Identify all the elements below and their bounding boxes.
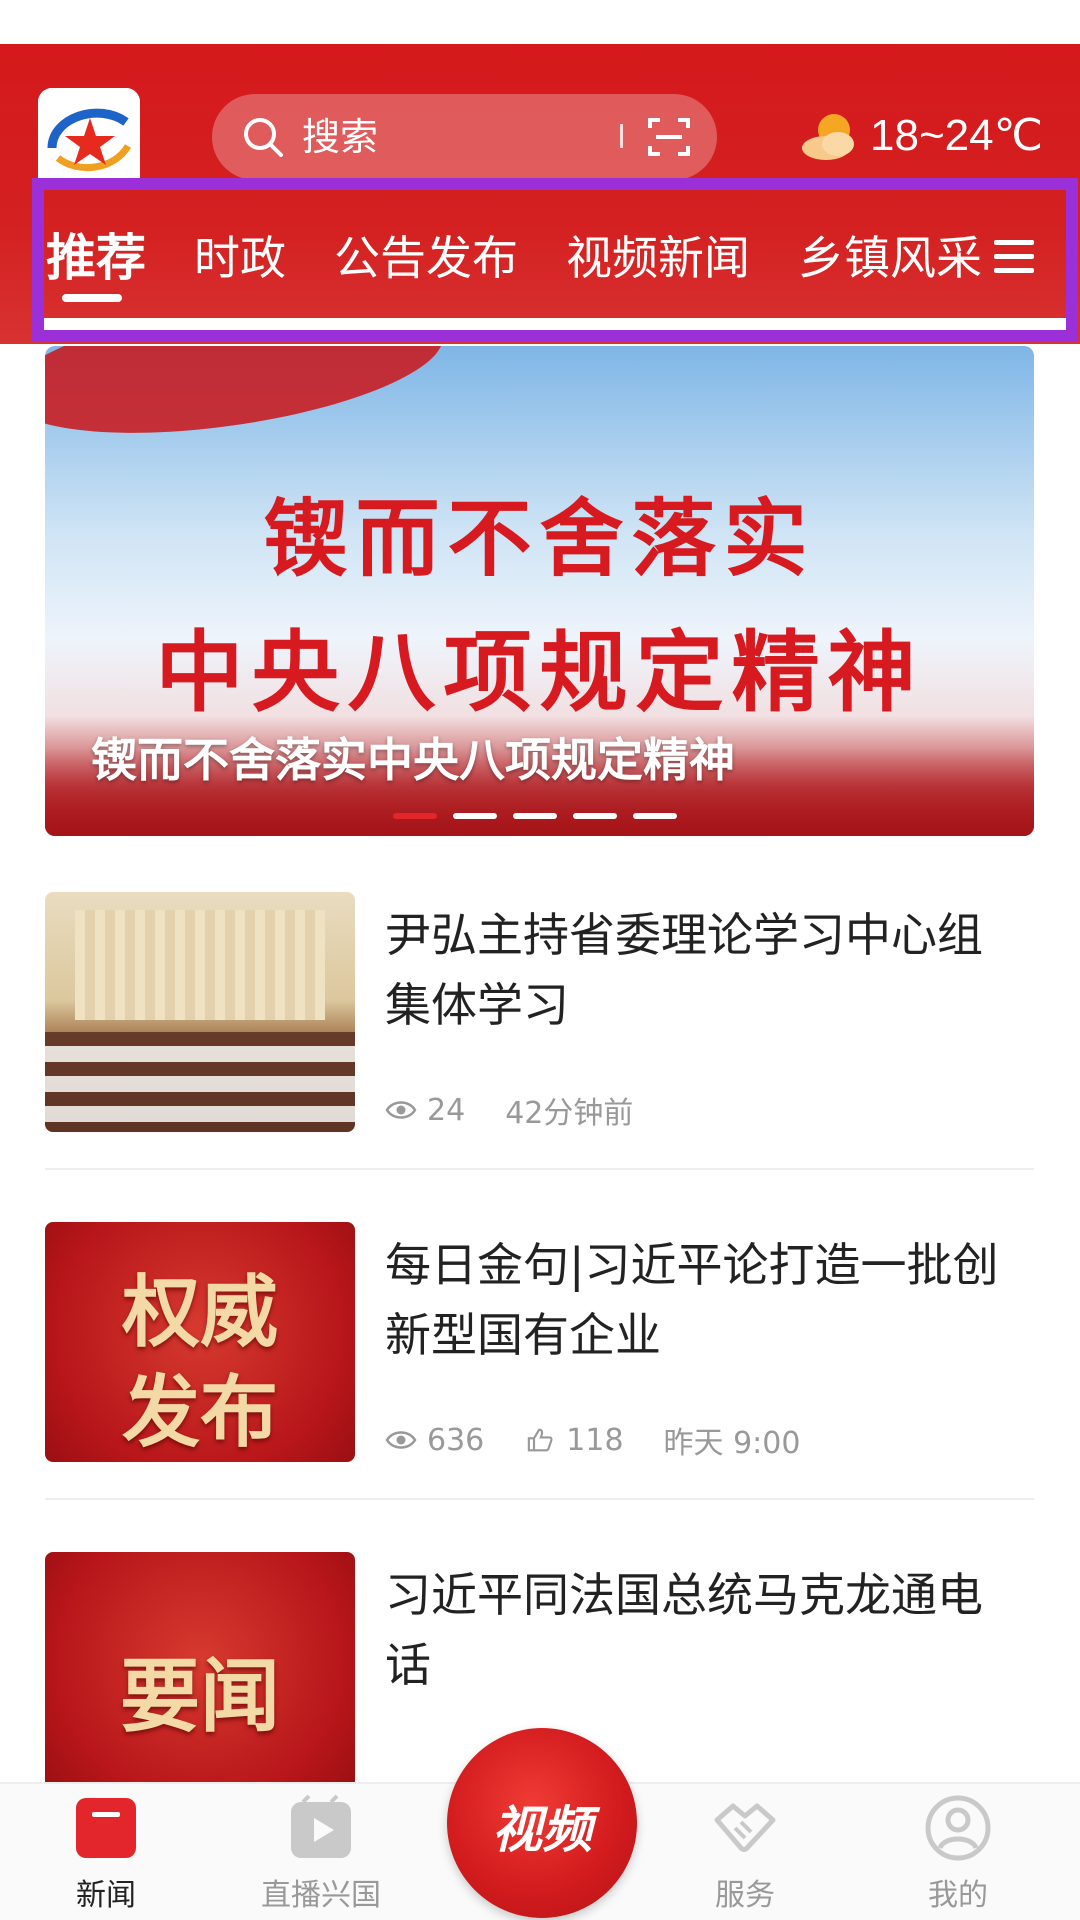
video-center-button[interactable]: 视频 bbox=[447, 1728, 637, 1918]
news-item[interactable]: 权威 发布 每日金句|习近平论打造一批创新型国有企业 636 118 昨天 9:… bbox=[45, 1222, 1034, 1462]
nav-label: 直播兴国 bbox=[261, 1878, 381, 1913]
video-button-label: 视频 bbox=[492, 1800, 592, 1859]
carousel-dot[interactable] bbox=[453, 813, 497, 819]
publish-time: 42分钟前 bbox=[505, 1096, 634, 1131]
eye-icon bbox=[385, 1431, 417, 1449]
carousel-dot[interactable] bbox=[573, 813, 617, 819]
publish-time: 昨天 9:00 bbox=[663, 1426, 801, 1461]
highlight-box bbox=[32, 178, 1078, 342]
status-left-icons bbox=[20, 8, 184, 48]
nav-profile[interactable]: 我的 bbox=[883, 1794, 1033, 1916]
nav-services[interactable]: 服务 bbox=[670, 1794, 820, 1916]
logo-star-icon bbox=[38, 88, 140, 190]
banner-headline-line2: 中央八项规定精神 bbox=[155, 620, 924, 724]
carousel-dot[interactable] bbox=[633, 813, 677, 819]
news-title: 尹弘主持省委理论学习中心组集体学习 bbox=[385, 908, 983, 1032]
news-item[interactable]: 尹弘主持省委理论学习中心组集体学习 24 42分钟前 bbox=[45, 892, 1034, 1132]
news-icon bbox=[76, 1798, 136, 1858]
news-title: 习近平同法国总统马克龙通电话 bbox=[385, 1568, 983, 1692]
nav-label: 服务 bbox=[715, 1878, 775, 1913]
eye-icon bbox=[385, 1101, 417, 1119]
carousel-dot[interactable] bbox=[513, 813, 557, 819]
search-placeholder: 搜索 bbox=[302, 115, 379, 159]
app-logo[interactable] bbox=[38, 88, 140, 190]
thumbs-up-icon bbox=[528, 1428, 553, 1452]
search-bar[interactable]: 搜索 bbox=[212, 94, 717, 180]
cloudy-sun-icon bbox=[802, 114, 854, 160]
banner-caption: 锲而不舍落实中央八项规定精神 bbox=[91, 733, 735, 787]
carousel-dot[interactable] bbox=[393, 813, 437, 819]
list-divider bbox=[45, 1498, 1034, 1500]
news-meta: 24 42分钟前 bbox=[385, 1088, 633, 1132]
status-bar bbox=[0, 0, 1080, 48]
thumbnail-text: 发布 bbox=[121, 1367, 278, 1458]
news-title: 每日金句|习近平论打造一批创新型国有企业 bbox=[385, 1238, 999, 1362]
news-thumbnail: 权威 发布 bbox=[45, 1222, 355, 1462]
temperature-range: 18~24℃ bbox=[870, 111, 1043, 160]
scan-icon[interactable] bbox=[646, 114, 692, 160]
thumbnail-text: 权威 bbox=[121, 1267, 278, 1358]
weather-widget[interactable]: 18~24℃ bbox=[798, 110, 1043, 162]
handshake-icon bbox=[714, 1803, 776, 1852]
search-icon bbox=[244, 118, 283, 157]
status-right-icons bbox=[924, 24, 1050, 44]
like-count: 118 bbox=[566, 1422, 624, 1458]
profile-icon bbox=[925, 1795, 991, 1861]
list-divider bbox=[45, 1168, 1034, 1170]
search-divider bbox=[620, 124, 623, 148]
nav-label: 新闻 bbox=[76, 1878, 136, 1913]
view-count: 636 bbox=[427, 1422, 485, 1458]
carousel-indicators bbox=[393, 813, 677, 819]
view-count: 24 bbox=[427, 1092, 466, 1128]
news-thumbnail bbox=[45, 892, 355, 1132]
live-icon bbox=[291, 1794, 351, 1858]
thumbnail-text: 要闻 bbox=[120, 1649, 280, 1743]
flag-decoration bbox=[45, 346, 452, 457]
nav-live[interactable]: 直播兴国 bbox=[246, 1794, 396, 1916]
news-meta: 636 118 昨天 9:00 bbox=[385, 1418, 800, 1462]
nav-news[interactable]: 新闻 bbox=[31, 1794, 181, 1916]
nav-label: 我的 bbox=[928, 1878, 988, 1913]
news-thumbnail: 要闻 bbox=[45, 1552, 355, 1782]
banner-headline-line1: 锲而不舍落实 bbox=[263, 489, 816, 588]
banner-carousel[interactable]: 锲而不舍落实 中央八项规定精神 锲而不舍落实中央八项规定精神 bbox=[45, 346, 1034, 836]
